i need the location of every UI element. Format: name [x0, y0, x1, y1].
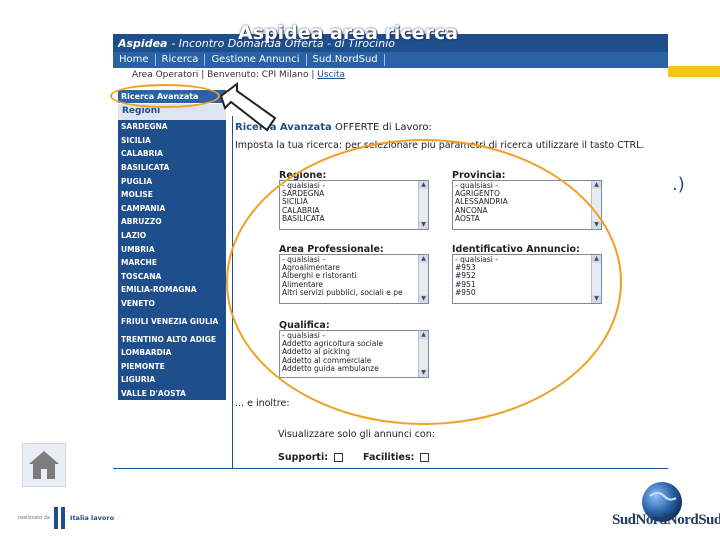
italia-lavoro-logo: realizzato da Italia lavoro — [18, 505, 114, 531]
sidebar-item-abruzzo[interactable]: ABRUZZO — [118, 215, 226, 229]
facilities-checkbox[interactable] — [420, 453, 430, 462]
supporti-label: Supporti: — [278, 452, 329, 463]
nav-gestione-annunci[interactable]: Gestione Annunci — [205, 54, 307, 66]
sidebar-item-veneto[interactable]: VENETO — [118, 297, 226, 311]
search-instruction: Imposta la tua ricerca: per selezionare … — [235, 140, 645, 151]
provincia-scrollbar[interactable]: ▲ ▼ — [591, 181, 601, 229]
home-button[interactable] — [22, 443, 66, 487]
identificativo-option[interactable]: #952 — [455, 272, 599, 280]
regions-sidebar: Regioni SARDEGNA SICILIA CALABRIA BASILI… — [118, 104, 226, 400]
logout-link[interactable]: Uscita — [317, 70, 345, 80]
sidebar-item-liguria[interactable]: LIGURIA — [118, 373, 226, 387]
nav-ricerca[interactable]: Ricerca — [156, 54, 206, 66]
provincia-select[interactable]: - qualsiasi - AGRIGENTO ALESSANDRIA ANCO… — [452, 180, 602, 230]
sidebar-item-toscana[interactable]: TOSCANA — [118, 270, 226, 284]
identificativo-scrollbar[interactable]: ▲ ▼ — [591, 255, 601, 303]
area-professionale-option[interactable]: Altri servizi pubblici, sociali e pe — [282, 288, 426, 297]
content-divider — [232, 116, 233, 468]
area-professionale-scrollbar[interactable]: ▲ ▼ — [418, 255, 428, 303]
identificativo-option[interactable]: - qualsiasi - — [455, 255, 599, 264]
top-nav: Home Ricerca Gestione Annunci Sud.NordSu… — [113, 52, 668, 68]
sidebar-item-umbria[interactable]: UMBRIA — [118, 242, 226, 256]
sud-nord-name: SudNordNordSud — [612, 512, 720, 528]
area-label: Area Operatori — [132, 70, 199, 80]
sidebar-item-molise[interactable]: MOLISE — [118, 188, 226, 202]
side-text: .) — [672, 174, 685, 195]
facilities-label: Facilities: — [363, 452, 415, 463]
sidebar-item-trentino-alto-adige[interactable]: TRENTINO ALTO ADIGE — [118, 332, 226, 346]
italia-lavoro-name: Italia lavoro — [70, 514, 115, 522]
home-icon — [29, 451, 59, 479]
italia-lavoro-mark-icon — [53, 505, 67, 531]
inoltre-label: ... e inoltre: — [235, 398, 290, 409]
user-bar: Area Operatori | Benvenuto: CPI Milano |… — [132, 70, 346, 80]
nav-home[interactable]: Home — [113, 54, 156, 66]
search-panel: Ricerca Avanzata OFFERTE di Lavoro: Impo… — [235, 122, 667, 468]
sidebar-item-marche[interactable]: MARCHE — [118, 256, 226, 270]
sud-nord-logo: SudNordNordSud — [608, 480, 720, 536]
sidebar-item-campania[interactable]: CAMPANIA — [118, 202, 226, 216]
search-title-main: OFFERTE di Lavoro: — [334, 122, 432, 133]
sidebar-item-sicilia[interactable]: SICILIA — [118, 134, 226, 148]
identificativo-option[interactable]: #953 — [455, 263, 599, 272]
qualifica-option[interactable]: Addetto guida ambulanze — [282, 364, 426, 373]
sidebar-item-basilicata[interactable]: BASILICATA — [118, 161, 226, 175]
area-professionale-select[interactable]: - qualsiasi - Agroalimentare Alberghi e … — [279, 254, 429, 304]
sidebar-item-friuli-venezia-giulia[interactable]: FRIULI VENEZIA GIULIA — [118, 310, 226, 332]
banner-title: Aspidea — [118, 37, 168, 50]
nav-sud-nord-sud[interactable]: Sud.NordSud — [307, 54, 385, 66]
sidebar-item-lombardia[interactable]: LOMBARDIA — [118, 346, 226, 360]
sidebar-item-sardegna[interactable]: SARDEGNA — [118, 120, 226, 134]
qualifica-scrollbar[interactable]: ▲ ▼ — [418, 331, 428, 377]
regione-select[interactable]: - qualsiasi - SARDEGNA SICILIA CALABRIA … — [279, 180, 429, 230]
accent-bar — [668, 66, 720, 77]
search-title: Ricerca Avanzata OFFERTE di Lavoro: — [235, 122, 432, 133]
advanced-search-button[interactable]: Ricerca Avanzata — [118, 90, 226, 103]
identificativo-select[interactable]: - qualsiasi - #953 #952 #951 #950 ▲ ▼ — [452, 254, 602, 304]
supporti-checkbox[interactable] — [334, 453, 344, 462]
sidebar-item-valle-daosta[interactable]: VALLE D'AOSTA — [118, 387, 226, 401]
visualizza-label: Visualizzare solo gli annunci con: — [278, 429, 435, 440]
sidebar-item-puglia[interactable]: PUGLIA — [118, 174, 226, 188]
provincia-option[interactable]: AOSTA — [455, 214, 599, 223]
sidebar-heading: Regioni — [118, 104, 226, 120]
filter-checks: Supporti: Facilities: — [278, 452, 430, 463]
regione-scrollbar[interactable]: ▲ ▼ — [418, 181, 428, 229]
sidebar-item-calabria[interactable]: CALABRIA — [118, 147, 226, 161]
bottom-divider — [113, 468, 668, 469]
sidebar-item-lazio[interactable]: LAZIO — [118, 229, 226, 243]
regione-option[interactable]: BASILICATA — [282, 214, 426, 223]
identificativo-option[interactable]: #950 — [455, 288, 599, 297]
slide-title: Aspidea area ricerca — [238, 22, 459, 44]
sidebar-item-emilia-romagna[interactable]: EMILIA-ROMAGNA — [118, 283, 226, 297]
identificativo-option[interactable]: #951 — [455, 280, 599, 289]
realizzato-label: realizzato da — [18, 515, 51, 521]
search-title-prefix: Ricerca Avanzata — [235, 122, 332, 133]
sidebar-item-piemonte[interactable]: PIEMONTE — [118, 360, 226, 374]
welcome-text: Benvenuto: CPI Milano — [207, 70, 309, 80]
qualifica-select[interactable]: - qualsiasi - Addetto agricoltura social… — [279, 330, 429, 378]
